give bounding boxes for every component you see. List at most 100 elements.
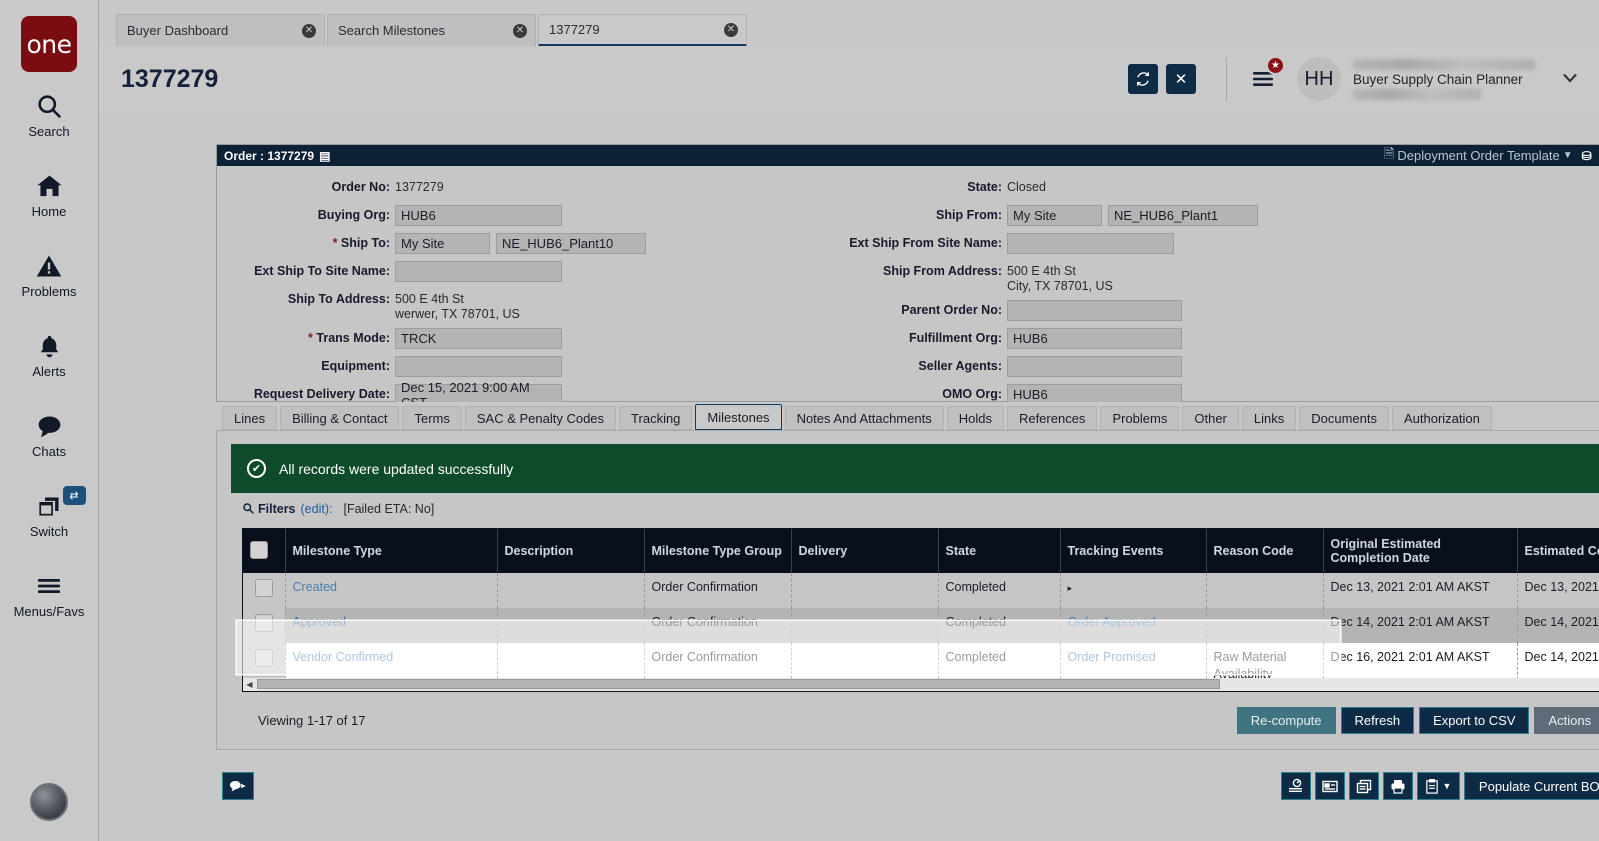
tab-sac-penalty-codes[interactable]: SAC & Penalty Codes [465,406,616,430]
filters-edit-link[interactable]: (edit): [301,502,333,516]
tab-holds[interactable]: Holds [947,406,1004,430]
scroll-left-icon[interactable]: ◀ [243,678,256,691]
col-original-estimated-completion-date[interactable]: Original Estimated Completion Date [1323,529,1517,573]
row-checkbox[interactable] [255,614,273,632]
col-milestone-type-group[interactable]: Milestone Type Group [644,529,791,573]
tracking-event-link[interactable]: Order Promised [1068,650,1156,664]
chevron-down-icon[interactable] [1555,64,1585,94]
sidebar-item-search[interactable]: Search [0,78,99,152]
ext-ship-from-site-name-input[interactable] [1007,233,1174,254]
history-list-icon[interactable] [1281,772,1311,800]
fulfillment-org-input[interactable]: HUB6 [1007,328,1182,349]
omo-org-input[interactable]: HUB6 [1007,384,1182,402]
row-checkbox[interactable] [255,579,273,597]
tracking-event-link[interactable]: Order Approved [1068,615,1156,629]
col-tracking-events[interactable]: Tracking Events [1060,529,1206,573]
tab-lines[interactable]: Lines [222,406,277,430]
grid-horizontal-scrollbar[interactable]: ◀ ▶ [243,678,1599,691]
col-state[interactable]: State [938,529,1060,573]
ship-from-site-input[interactable]: My Site [1007,205,1102,226]
milestone-type-link[interactable]: Vendor Confirmed [293,650,394,664]
seller-agents-input[interactable] [1007,356,1182,377]
col-estimated-completion-date[interactable]: Estimated Comple [1517,529,1599,573]
export-to-csv-button[interactable]: Export to CSV [1419,707,1529,734]
sidebar-item-home[interactable]: Home [0,158,99,232]
card-icon[interactable] [1315,772,1345,800]
sidebar-item-alerts[interactable]: Alerts [0,318,99,392]
tab-documents[interactable]: Documents [1299,406,1389,430]
col-delivery[interactable]: Delivery [791,529,938,573]
tab-billing-contact[interactable]: Billing & Contact [280,406,399,430]
browser-tab-search-milestones[interactable]: Search Milestones ✕ [327,14,536,46]
cell-milestone-type[interactable]: Created [285,573,497,608]
tab-milestones[interactable]: Milestones [695,404,781,430]
field-label: * Trans Mode: [217,328,395,345]
equipment-input[interactable] [395,356,562,377]
tab-other[interactable]: Other [1182,406,1239,430]
scrollbar-thumb[interactable] [257,679,1220,689]
milestone-type-link[interactable]: Created [293,580,337,594]
scrollbar-track[interactable] [256,678,1599,691]
actions-button[interactable]: Actions ▼ [1534,707,1599,734]
row-checkbox[interactable] [255,649,273,667]
cell-tracking-events[interactable]: Order Approved [1060,608,1206,643]
sidebar-item-menus-favs[interactable]: Menus/Favs [0,558,99,632]
ship-from-plant-input[interactable]: NE_HUB6_Plant1 [1108,205,1258,226]
print-icon[interactable] [1383,772,1413,800]
copy-window-icon[interactable] [1349,772,1379,800]
col-milestone-type[interactable]: Milestone Type [285,529,497,573]
browser-tab-buyer-dashboard[interactable]: Buyer Dashboard ✕ [116,14,325,46]
buying-org-input[interactable]: HUB6 [395,205,562,226]
close-icon[interactable]: ✕ [724,23,738,37]
swap-arrows-icon[interactable]: ⇄ [63,486,86,505]
app-logo[interactable]: one [21,16,77,72]
tab-authorization[interactable]: Authorization [1392,406,1492,430]
request-delivery-date-input[interactable]: Dec 15, 2021 9:00 AM CST [395,384,562,402]
trans-mode-input[interactable]: TRCK [395,328,562,349]
milestone-type-link[interactable]: Approved [293,615,347,629]
populate-current-boh-button[interactable]: Populate Current BOH [1464,772,1599,800]
row-select-cell[interactable] [243,608,285,643]
milestones-table: Milestone Type Description Milestone Typ… [243,529,1599,692]
hamburger-icon [35,571,63,601]
ship-to-plant-input[interactable]: NE_HUB6_Plant10 [496,233,646,254]
browser-tab-1377279[interactable]: 1377279 ✕ [538,14,747,47]
template-selector[interactable]: 🗎 Deployment Order Template ▼ [1384,145,1573,167]
star-icon: ★ [1266,56,1285,75]
avatar[interactable]: HH [1297,57,1341,101]
hierarchy-icon[interactable]: ⛁ [1582,149,1592,163]
table-row[interactable]: Approved Order Confirmation Completed Or… [243,608,1599,643]
hamburger-menu-icon[interactable]: ★ [1245,64,1281,94]
detail-tab-bar: Lines Billing & Contact Terms SAC & Pena… [216,404,1599,430]
close-icon[interactable]: ✕ [513,24,527,38]
col-reason-code[interactable]: Reason Code [1206,529,1323,573]
tab-tracking[interactable]: Tracking [619,406,692,430]
select-all-checkbox[interactable] [250,541,268,559]
tab-terms[interactable]: Terms [402,406,461,430]
sidebar-item-chats[interactable]: Chats [0,398,99,472]
ship-to-site-input[interactable]: My Site [395,233,490,254]
clipboard-icon[interactable]: ▼ [1417,772,1460,800]
col-description[interactable]: Description [497,529,644,573]
grid-icon[interactable]: ▤ [319,149,330,163]
tab-links[interactable]: Links [1242,406,1296,430]
sidebar-item-problems[interactable]: Problems [0,238,99,312]
chat-send-icon[interactable] [222,772,254,800]
close-icon[interactable]: ✕ [302,24,316,38]
tab-problems[interactable]: Problems [1100,406,1179,430]
tab-references[interactable]: References [1007,406,1097,430]
re-compute-button[interactable]: Re-compute [1237,707,1336,734]
tab-notes-and-attachments[interactable]: Notes And Attachments [785,406,944,430]
ext-ship-to-site-name-input[interactable] [395,261,562,282]
refresh-icon[interactable] [1128,64,1158,94]
sidebar-item-switch[interactable]: ⇄ Switch [0,478,99,552]
actions-button-label: Actions [1548,713,1591,728]
close-icon[interactable]: ✕ [1166,64,1196,94]
user-orb-avatar[interactable] [30,783,68,821]
select-all-header[interactable] [243,529,285,573]
row-select-cell[interactable] [243,573,285,608]
refresh-button[interactable]: Refresh [1341,707,1415,734]
cell-milestone-type[interactable]: Approved [285,608,497,643]
parent-order-no-input[interactable] [1007,300,1182,321]
table-row[interactable]: Created Order Confirmation Completed ▸ D… [243,573,1599,608]
